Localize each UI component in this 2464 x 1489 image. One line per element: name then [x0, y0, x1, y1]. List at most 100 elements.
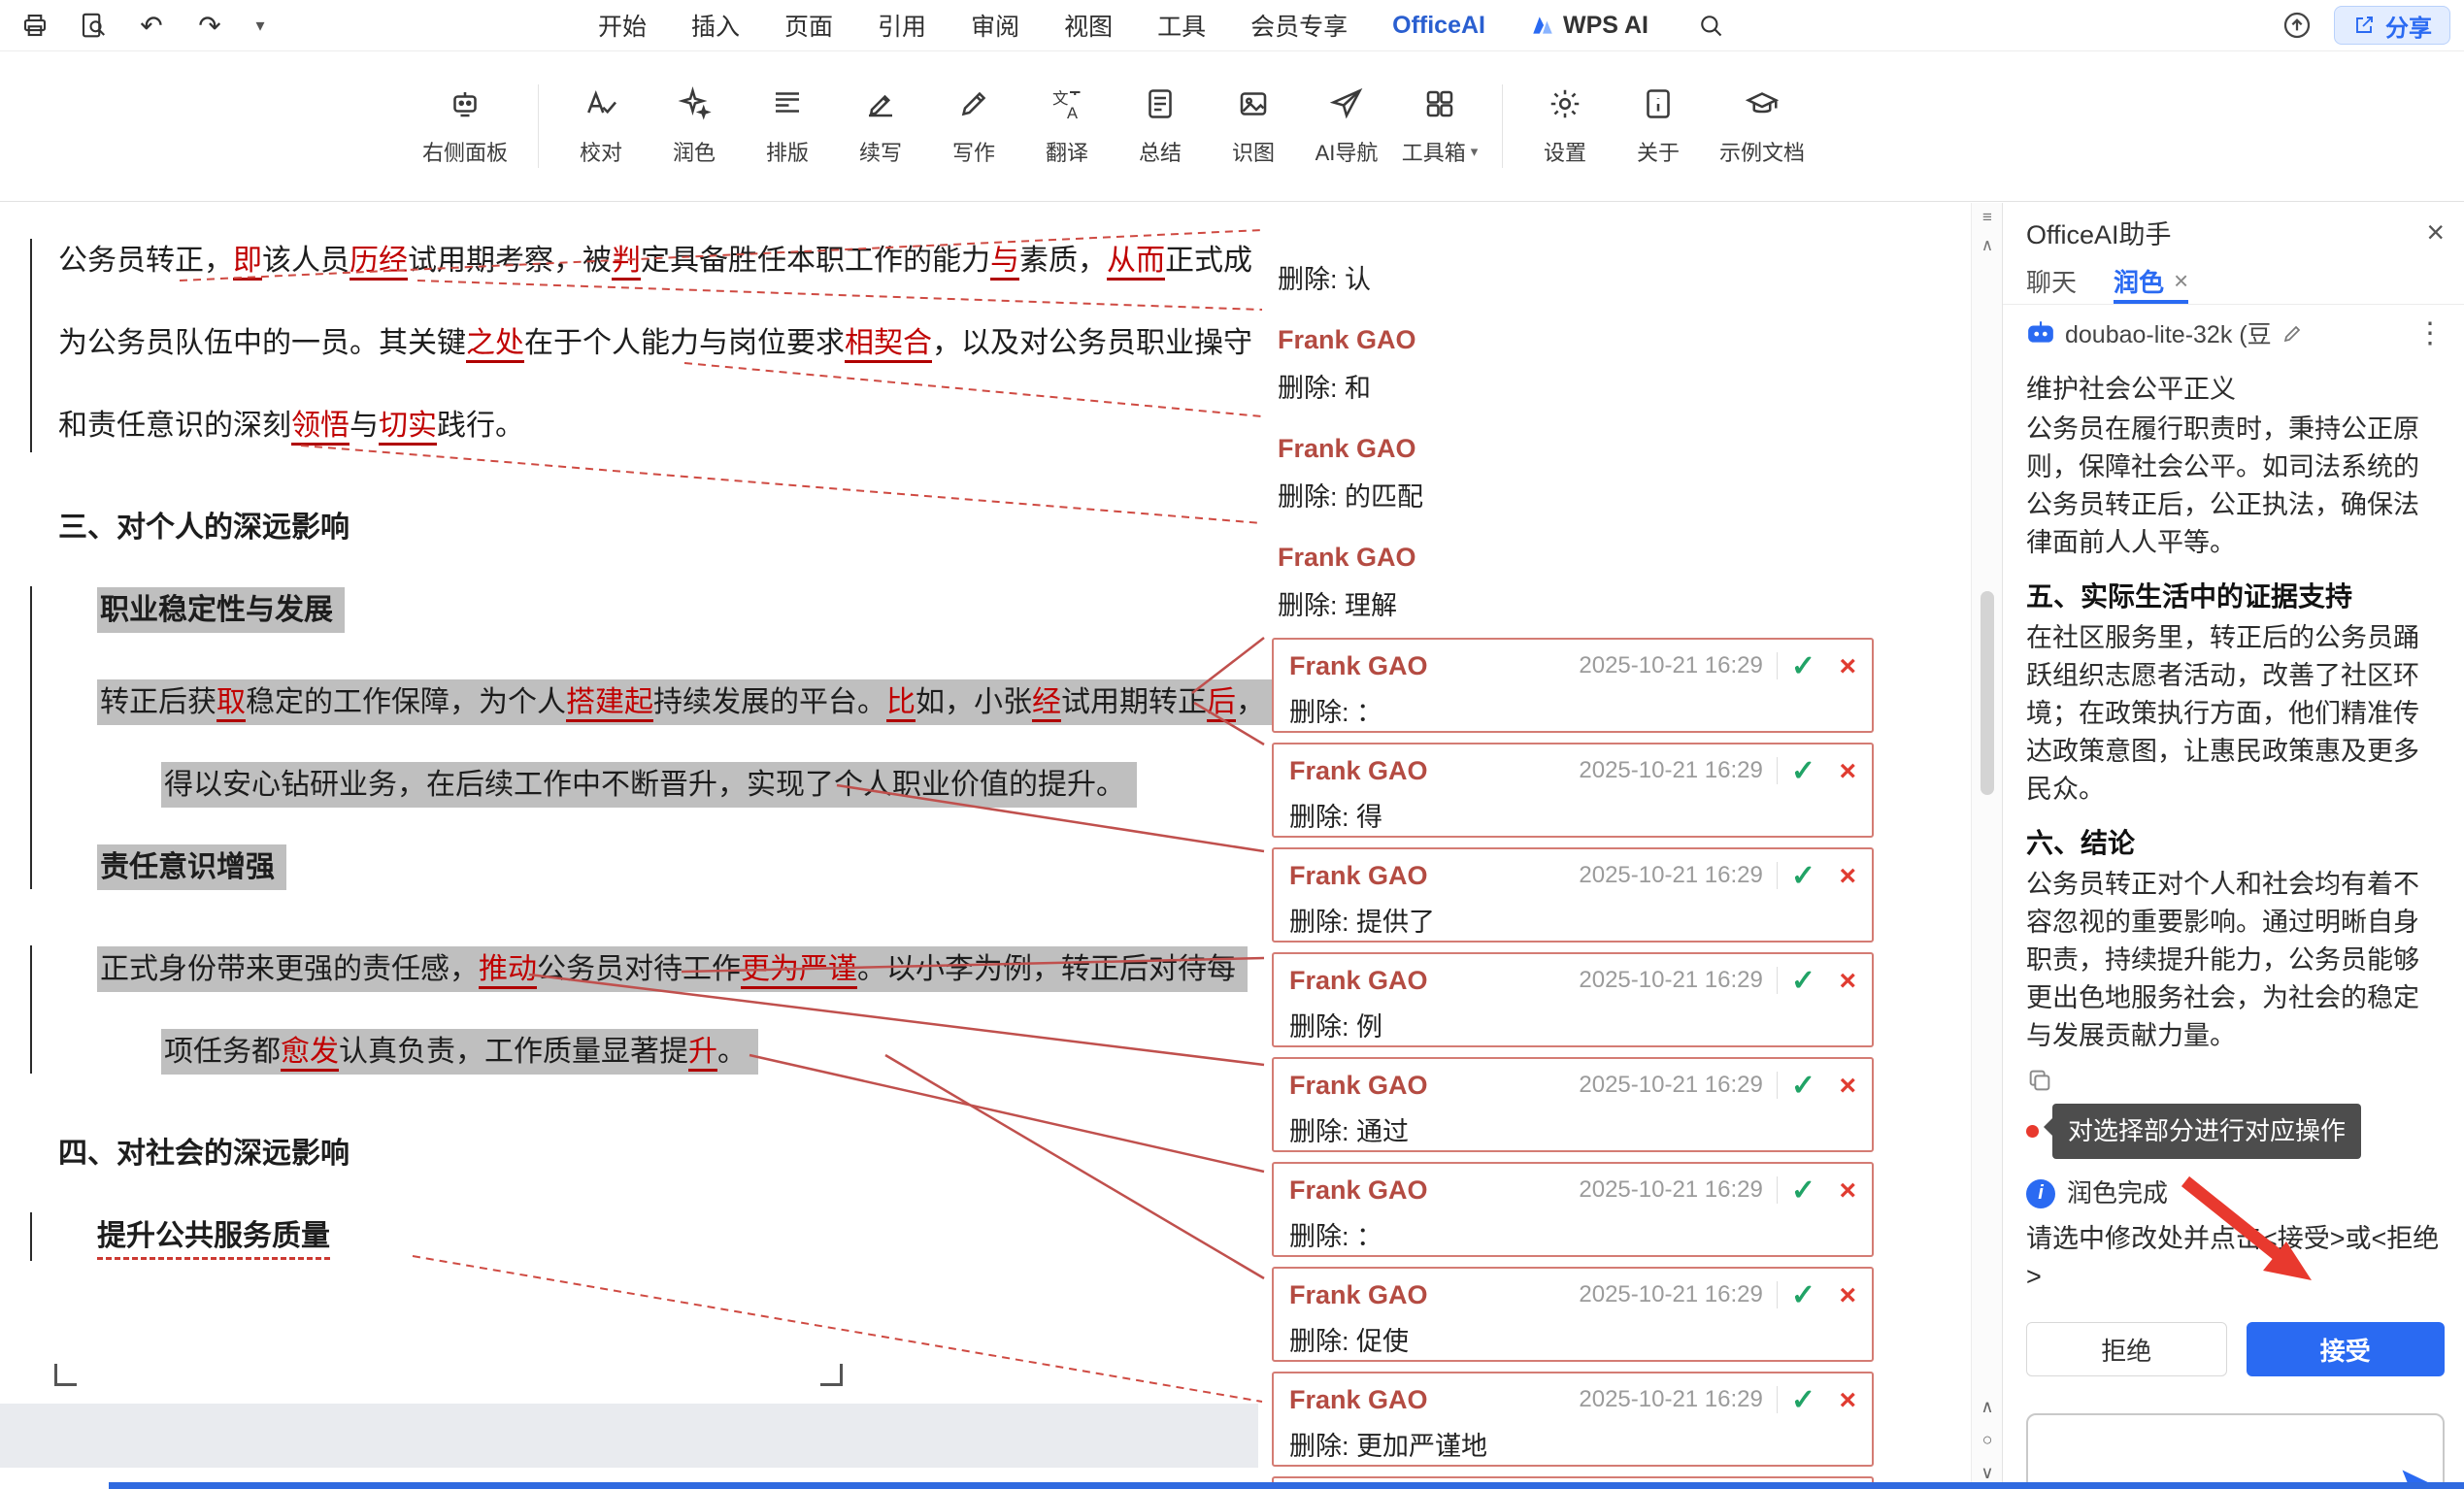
- accept-change-button[interactable]: ✓: [1791, 1384, 1815, 1416]
- toolbar-settings-button[interactable]: 设置: [1518, 84, 1612, 167]
- toolbar-writing-button[interactable]: 写作: [927, 84, 1020, 167]
- tab-chat[interactable]: 聊天: [2026, 257, 2077, 304]
- edit-model-icon[interactable]: [2281, 321, 2305, 345]
- comment-author: Frank GAO: [1289, 1071, 1428, 1101]
- comment-card[interactable]: Frank GAO 2025-10-21 16:29 ✓ × 删除: 更加严谨地: [1272, 1372, 1874, 1467]
- chat-input[interactable]: [2038, 1421, 2394, 1489]
- comment-card[interactable]: Frank GAO 2025-10-21 16:29 ✓ × 删除: ：: [1272, 638, 1874, 733]
- close-panel-icon[interactable]: ×: [2426, 216, 2445, 248]
- tracked-insertion: 更为严谨: [741, 953, 857, 989]
- tab-reference[interactable]: 引用: [878, 8, 926, 43]
- document-scrollbar[interactable]: ≡ ∧ ∧ ○ ∨: [1971, 203, 2003, 1489]
- about-icon: [1641, 84, 1676, 123]
- toolbar-sample-document-button[interactable]: 示例文档: [1705, 84, 1819, 167]
- tab-view[interactable]: 视图: [1064, 8, 1113, 43]
- copy-icon[interactable]: [2026, 1067, 2445, 1096]
- tracked-insertion: 搭建起: [566, 686, 653, 722]
- comment-card[interactable]: Frank GAO ✓ × 删除: 理解: [1272, 529, 1874, 638]
- toolbar-toolbox-button[interactable]: 工具箱▾: [1393, 84, 1486, 167]
- comment-timestamp: 2025-10-21 16:29: [1579, 862, 1763, 889]
- comment-card[interactable]: Frank GAO 2025-10-21 16:29 ✓ × 删除: 得: [1272, 743, 1874, 838]
- toolbar-summary-button[interactable]: 总结: [1114, 84, 1207, 167]
- accept-change-button[interactable]: ✓: [1791, 1070, 1815, 1102]
- toolbar-translate-button[interactable]: 文A 翻译: [1020, 84, 1114, 167]
- comment-author: Frank GAO: [1278, 543, 1416, 573]
- tab-start[interactable]: 开始: [598, 8, 647, 43]
- settings-icon: [1548, 84, 1582, 123]
- tab-tools[interactable]: 工具: [1157, 8, 1206, 43]
- tab-polish[interactable]: 润色 ×: [2114, 257, 2188, 304]
- tab-officeai[interactable]: OfficeAI: [1392, 12, 1485, 40]
- toolbar-layout-button[interactable]: 排版: [741, 84, 834, 167]
- tab-member[interactable]: 会员专享: [1250, 8, 1348, 43]
- reject-change-button[interactable]: ×: [1839, 1279, 1856, 1311]
- accept-button[interactable]: 接受: [2247, 1322, 2446, 1376]
- reject-change-button[interactable]: ×: [1839, 1175, 1856, 1207]
- comment-card[interactable]: Frank GAO 2025-10-21 16:29 ✓ × 删除: 通过: [1272, 1057, 1874, 1152]
- accept-change-button[interactable]: ✓: [1791, 965, 1815, 997]
- reject-change-button[interactable]: ×: [1839, 965, 1856, 997]
- comment-card[interactable]: ✓ × 删除: 认: [1272, 203, 1874, 312]
- accept-change-button[interactable]: ✓: [1791, 650, 1815, 682]
- accept-change-button[interactable]: ✓: [1791, 860, 1815, 892]
- more-options-icon[interactable]: ⋮: [2415, 316, 2445, 350]
- close-tab-icon[interactable]: ×: [2174, 266, 2188, 296]
- toolbar-right-panel-button[interactable]: 右侧面板: [408, 84, 522, 167]
- previous-page-icon[interactable]: ∧: [1981, 1398, 1993, 1415]
- ai-paragraph: 公务员在履行职责时，秉持公正原则，保障社会公平。如司法系统的公务员转正后，公正执…: [2026, 411, 2445, 562]
- redo-icon[interactable]: ↷: [192, 8, 227, 43]
- quick-access-toolbar: ↶ ↷ ▾: [17, 0, 270, 50]
- comment-card[interactable]: Frank GAO 2025-10-21 16:29 ✓ × 删除: ：: [1272, 1162, 1874, 1257]
- scrollbar-thumb[interactable]: [1981, 591, 1994, 795]
- undo-icon[interactable]: ↶: [134, 8, 169, 43]
- toolbar-proofread-button[interactable]: 校对: [554, 84, 648, 167]
- toolbar-polish-button[interactable]: 润色: [648, 84, 741, 167]
- page-margin-mark: [54, 1364, 77, 1386]
- bottom-edge-bar: [109, 1482, 2464, 1489]
- accept-change-button[interactable]: ✓: [1791, 755, 1815, 787]
- tab-insert[interactable]: 插入: [691, 8, 740, 43]
- search-icon[interactable]: [1693, 8, 1728, 43]
- chat-input-container[interactable]: [2026, 1413, 2445, 1489]
- tracked-insertion: 从而: [1107, 245, 1165, 281]
- accept-change-button[interactable]: ✓: [1791, 1279, 1815, 1311]
- reject-button[interactable]: 拒绝: [2026, 1322, 2227, 1376]
- comment-card[interactable]: Frank GAO 2025-10-21 16:29 ✓ × 删除: 提供了: [1272, 847, 1874, 943]
- toolbox-icon: [1422, 84, 1457, 123]
- toolbar-image-recognition-button[interactable]: 识图: [1207, 84, 1300, 167]
- print-icon[interactable]: [17, 8, 52, 43]
- comment-timestamp: 2025-10-21 16:29: [1579, 1176, 1763, 1204]
- select-browse-object-icon[interactable]: ○: [1982, 1431, 1993, 1448]
- scroll-up-icon[interactable]: ∧: [1981, 237, 1993, 253]
- tab-review[interactable]: 审阅: [971, 8, 1019, 43]
- model-selector[interactable]: doubao-lite-32k (豆 ⋮: [2026, 305, 2445, 361]
- scrollbar-menu-icon[interactable]: ≡: [1982, 209, 1992, 225]
- accept-change-button[interactable]: ✓: [1791, 1175, 1815, 1207]
- undo-redo-dropdown-icon[interactable]: ▾: [250, 8, 270, 43]
- reject-change-button[interactable]: ×: [1839, 755, 1856, 787]
- toolbar-continue-writing-button[interactable]: 续写: [834, 84, 927, 167]
- comment-card[interactable]: Frank GAO 2025-10-21 16:29 ✓ × 删除: 例: [1272, 952, 1874, 1047]
- share-button[interactable]: 分享: [2334, 6, 2450, 45]
- document-line: 为公务员队伍中的一员。其关键之处在于个人能力与岗位要求相契合，以及对公务员职业操…: [0, 321, 1260, 404]
- reject-change-button[interactable]: ×: [1839, 1384, 1856, 1416]
- upload-icon[interactable]: [2280, 8, 2314, 43]
- comment-timestamp: 2025-10-21 16:29: [1579, 1386, 1763, 1413]
- ai-nav-icon: [1329, 84, 1364, 123]
- print-preview-icon[interactable]: [76, 8, 111, 43]
- comment-card[interactable]: Frank GAO ✓ × 删除: 和: [1272, 312, 1874, 420]
- toolbar-ai-navigation-button[interactable]: AI导航: [1300, 84, 1393, 167]
- tab-wps-ai[interactable]: WPS AI: [1530, 12, 1648, 40]
- tab-page[interactable]: 页面: [784, 8, 833, 43]
- comment-card[interactable]: Frank GAO 2025-10-21 16:29 ✓ × 删除: 促使: [1272, 1267, 1874, 1362]
- reject-change-button[interactable]: ×: [1839, 1070, 1856, 1102]
- document-area[interactable]: 公务员转正，即该人员历经试用期考察，被判定具备胜任本职工作的能力与素质，从而正式…: [0, 203, 1971, 1489]
- toolbox-dropdown-icon[interactable]: ▾: [1471, 143, 1479, 160]
- toolbar-about-button[interactable]: 关于: [1612, 84, 1705, 167]
- reject-change-button[interactable]: ×: [1839, 650, 1856, 682]
- summary-icon: [1143, 84, 1178, 123]
- tracked-insertion: 比: [886, 686, 916, 722]
- comment-card[interactable]: Frank GAO ✓ × 删除: 的匹配: [1272, 420, 1874, 529]
- reject-change-button[interactable]: ×: [1839, 860, 1856, 892]
- next-page-icon[interactable]: ∨: [1981, 1464, 1993, 1481]
